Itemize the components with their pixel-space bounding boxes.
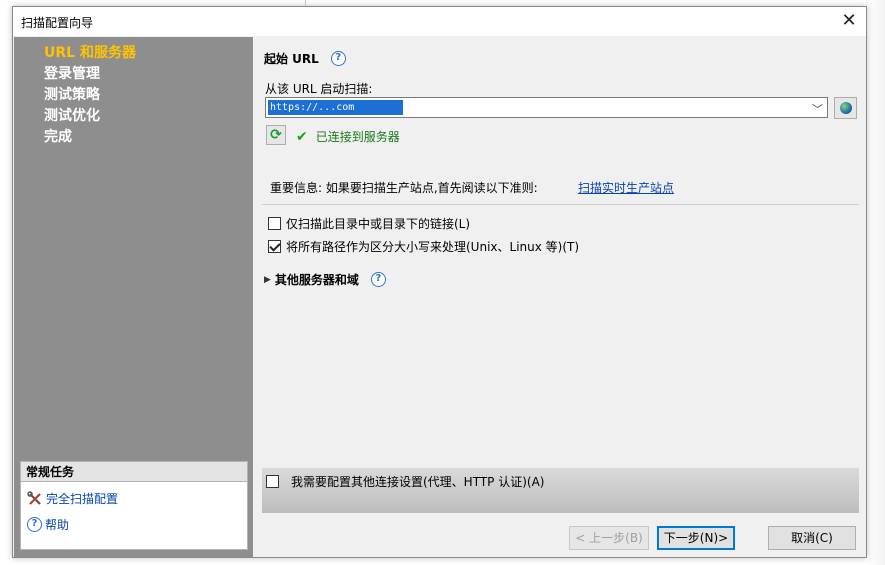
connection-settings-panel: 我需要配置其他连接设置(代理、HTTP 认证)(A) [262,468,859,513]
case-sensitive-checkbox[interactable] [268,240,281,253]
full-scan-config-label: 完全扫描配置 [46,492,119,506]
tools-icon [27,490,41,505]
step-test-optimization[interactable]: 测试优化 [44,106,136,127]
connection-settings-label: 我需要配置其他连接设置(代理、HTTP 认证)(A) [291,475,545,489]
links-only-option[interactable]: 仅扫描此目录中或目录下的链接(L) [268,215,470,232]
other-servers-label: 其他服务器和域 [274,273,359,287]
open-in-browser-button[interactable] [834,97,857,119]
section-header: 起始 URL ? [264,50,346,67]
connection-settings-option[interactable]: 我需要配置其他连接设置(代理、HTTP 认证)(A) [266,473,544,490]
title-bar: 扫描配置向导 ✕ [13,7,866,36]
divider [262,204,859,205]
common-tasks-heading: 常规任务 [21,462,247,482]
section-help-icon[interactable]: ? [330,51,346,66]
refresh-icon: ⟳ [270,127,282,143]
step-test-policy[interactable]: 测试策略 [44,85,136,106]
connection-status-text: 已连接到服务器 [315,130,400,144]
start-url-combobox[interactable]: https://...com ﹀ [265,97,828,118]
connection-settings-checkbox[interactable] [266,475,279,488]
links-only-checkbox[interactable] [268,217,281,230]
step-url-and-servers[interactable]: URL 和服务器 [44,43,136,64]
back-button[interactable]: < 上一步(B) [569,526,649,550]
background-strip [866,0,885,565]
links-only-label: 仅扫描此目录中或目录下的链接(L) [286,217,471,231]
wizard-window: 扫描配置向导 ✕ URL 和服务器 登录管理 测试策略 测试优化 完成 常规任务… [12,6,867,558]
cancel-button[interactable]: 取消(C) [768,526,856,550]
step-finish[interactable]: 完成 [44,127,136,148]
production-site-guideline-link[interactable]: 扫描实时生产站点 [578,179,674,196]
section-title: 起始 URL [264,52,319,66]
window-title: 扫描配置向导 [21,16,94,30]
close-icon[interactable]: ✕ [838,10,860,32]
wizard-steps: URL 和服务器 登录管理 测试策略 测试优化 完成 [44,43,136,148]
connection-status: ✔ 已连接到服务器 [296,128,400,145]
help-icon: ? [27,517,42,532]
wizard-sidebar: URL 和服务器 登录管理 测试策略 测试优化 完成 常规任务 完全扫描配置 ?… [14,37,253,557]
common-tasks-panel: 常规任务 完全扫描配置 ? 帮助 [20,461,248,550]
case-sensitive-option[interactable]: 将所有路径作为区分大小写来处理(Unix、Linux 等)(T) [268,238,579,255]
refresh-connection-button[interactable]: ⟳ [266,125,286,145]
help-link[interactable]: ? 帮助 [27,516,69,533]
next-button[interactable]: 下一步(N)> [657,526,735,550]
step-login-management[interactable]: 登录管理 [44,64,136,85]
case-sensitive-label: 将所有路径作为区分大小写来处理(Unix、Linux 等)(T) [286,240,580,254]
start-url-value: https://...com [268,100,403,115]
wizard-content: 起始 URL ? 从该 URL 启动扫描: https://...com ﹀ ⟳… [254,37,866,557]
start-url-label: 从该 URL 启动扫描: [265,82,373,96]
globe-icon [840,102,852,114]
other-servers-help-icon[interactable]: ? [370,272,386,287]
help-label: 帮助 [45,518,70,532]
check-icon: ✔ [296,128,308,145]
expand-triangle-icon: ▶ [264,274,271,285]
important-info-text: 重要信息: 如果要扫描生产站点,首先阅读以下准则: [270,181,538,195]
chevron-down-icon[interactable]: ﹀ [812,101,823,117]
other-servers-expander[interactable]: ▶ 其他服务器和域 ? [264,271,386,288]
full-scan-config-link[interactable]: 完全扫描配置 [27,490,118,507]
